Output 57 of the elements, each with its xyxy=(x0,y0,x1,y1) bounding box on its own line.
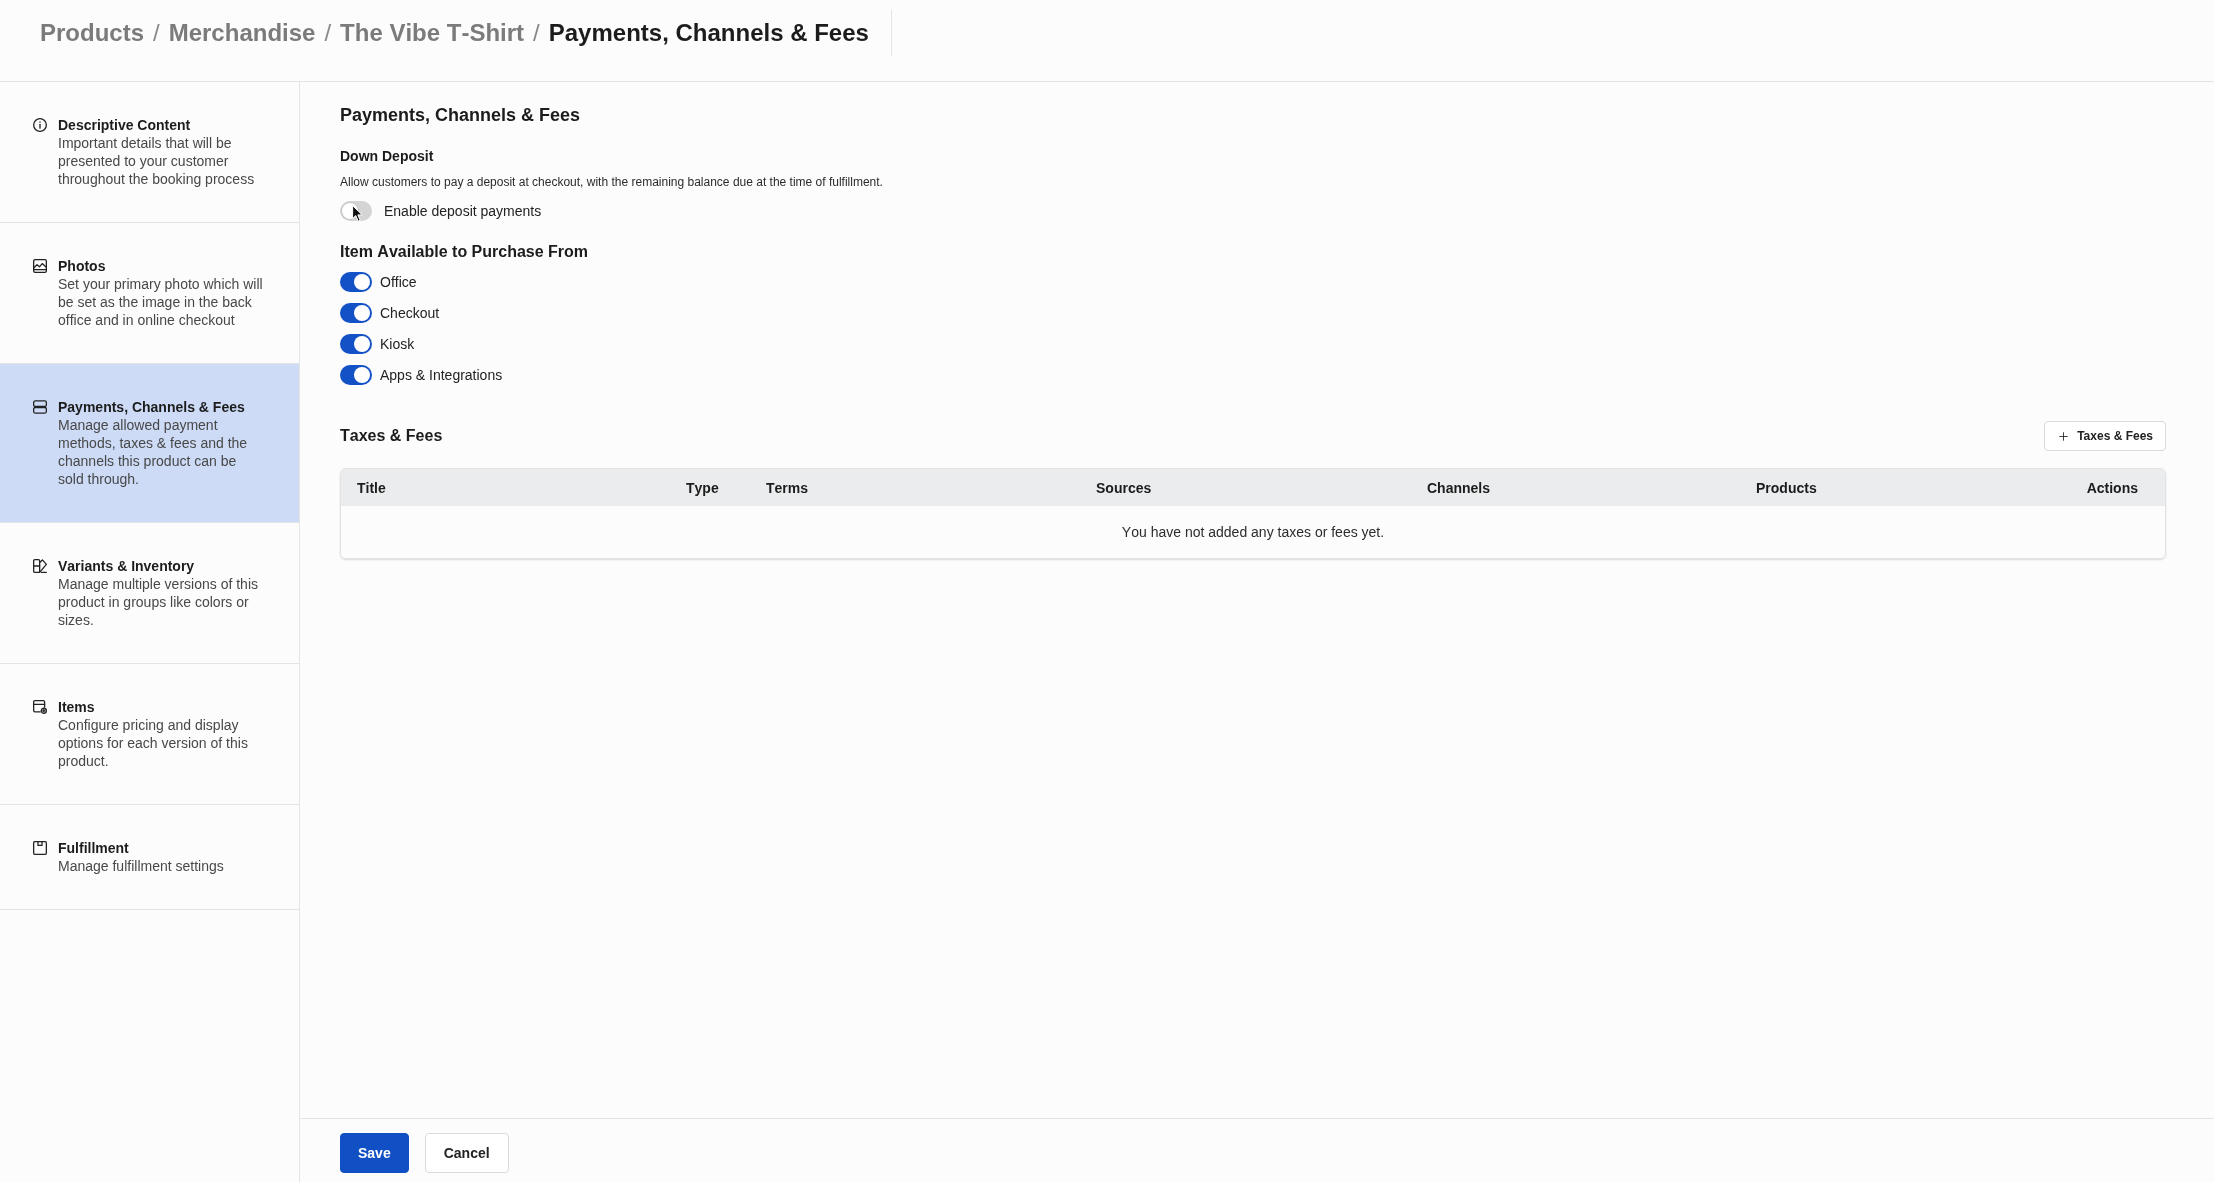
sidebar-item-description: Manage multiple versions of this product in groups like colors or sizes. xyxy=(58,575,259,629)
sidebar-item-title: Descriptive Content xyxy=(58,116,192,134)
sidebar-item[interactable]: Descriptive Content Important details that will be presented to your customer throughout the booking process xyxy=(0,82,299,223)
secondary-button[interactable]: Cancel xyxy=(424,1133,509,1173)
column-header: Sources xyxy=(1096,479,1152,496)
swatches-icon xyxy=(33,559,47,573)
sidebar-item-title: Variants & Inventory xyxy=(58,557,196,575)
section-title: Payments, Channels & Fees xyxy=(340,104,582,127)
toggle-switch[interactable] xyxy=(340,365,372,385)
sidebar-item-description: Important details that will be presented to your customer throughout the booking process xyxy=(58,134,256,188)
sidebar-item-description: Set your primary photo which will be set as the image in the back office and in online checkout xyxy=(58,275,264,329)
breadcrumb-current: Payments, Channels & Fees xyxy=(548,18,869,47)
column-header: Actions xyxy=(2086,479,2138,496)
subsection-title: Down Deposit xyxy=(340,147,435,165)
breadcrumb-link[interactable]: Products xyxy=(40,18,144,47)
column-header: Terms xyxy=(766,479,809,496)
column-header: Channels xyxy=(1427,479,1490,496)
sidebar-item-description: Manage allowed payment methods, taxes & fees and the channels this product can be sold through. xyxy=(58,416,249,488)
sidebar-item[interactable]: Items Configure pricing and display options for each version of this product. xyxy=(0,664,299,805)
toggle-label: Kiosk xyxy=(380,336,415,352)
column-header: Type xyxy=(686,479,719,496)
group-title: Taxes & Fees xyxy=(340,426,443,446)
toggle-label: Office xyxy=(380,274,417,290)
breadcrumb-separator: / xyxy=(324,18,332,47)
plus-icon xyxy=(2057,429,2071,443)
sidebar-item-description: Configure pricing and display options for each version of this product. xyxy=(58,716,249,770)
primary-button[interactable]: Save xyxy=(340,1133,409,1173)
add-taxes-fees-button[interactable]: Taxes & Fees xyxy=(2044,421,2166,451)
toggle-switch[interactable] xyxy=(340,272,372,292)
empty-table-message: You have not added any taxes or fees yet. xyxy=(1121,524,1385,540)
sidebar-item-title: Fulfillment xyxy=(58,839,130,857)
group-title: Item Available to Purchase From xyxy=(340,242,590,262)
column-header: Products xyxy=(1756,479,1817,496)
image-icon xyxy=(33,259,47,273)
sidebar-item-description: Manage fulfillment settings xyxy=(58,857,225,875)
toggle-label: Checkout xyxy=(380,305,440,321)
breadcrumb-separator: / xyxy=(533,18,540,47)
toggle-switch[interactable] xyxy=(340,303,372,323)
toggle-switch[interactable] xyxy=(340,334,372,354)
sidebar-item-title: Photos xyxy=(58,257,107,275)
sidebar-item[interactable]: Fulfillment Manage fulfillment settings xyxy=(0,805,299,910)
description-text: Allow customers to pay a deposit at checkout, with the remaining balance due at the time of fulfillment. xyxy=(340,174,884,190)
sidebar-item[interactable]: Payments, Channels & Fees Manage allowed payment methods, taxes & fees and the channels this product can be sold through. xyxy=(0,364,299,523)
stack-icon xyxy=(33,400,47,414)
toggle-label: Enable deposit payments xyxy=(384,203,542,219)
toggle-label: Apps & Integrations xyxy=(380,367,503,383)
sidebar-item[interactable]: Variants & Inventory Manage multiple versions of this product in groups like colors or sizes. xyxy=(0,523,299,664)
breadcrumb-separator: / xyxy=(153,18,160,47)
box-icon xyxy=(33,841,47,855)
breadcrumb-link[interactable]: Merchandise xyxy=(168,18,316,47)
mouse-pointer-icon xyxy=(352,205,363,222)
breadcrumb-link[interactable]: The Vibe T-Shirt xyxy=(340,18,525,47)
info-icon xyxy=(33,118,47,132)
column-header: Title xyxy=(357,479,386,496)
sidebar-item-title: Items xyxy=(58,698,96,716)
sidebar-item-title: Payments, Channels & Fees xyxy=(58,398,246,416)
box-plus-icon xyxy=(33,700,47,714)
